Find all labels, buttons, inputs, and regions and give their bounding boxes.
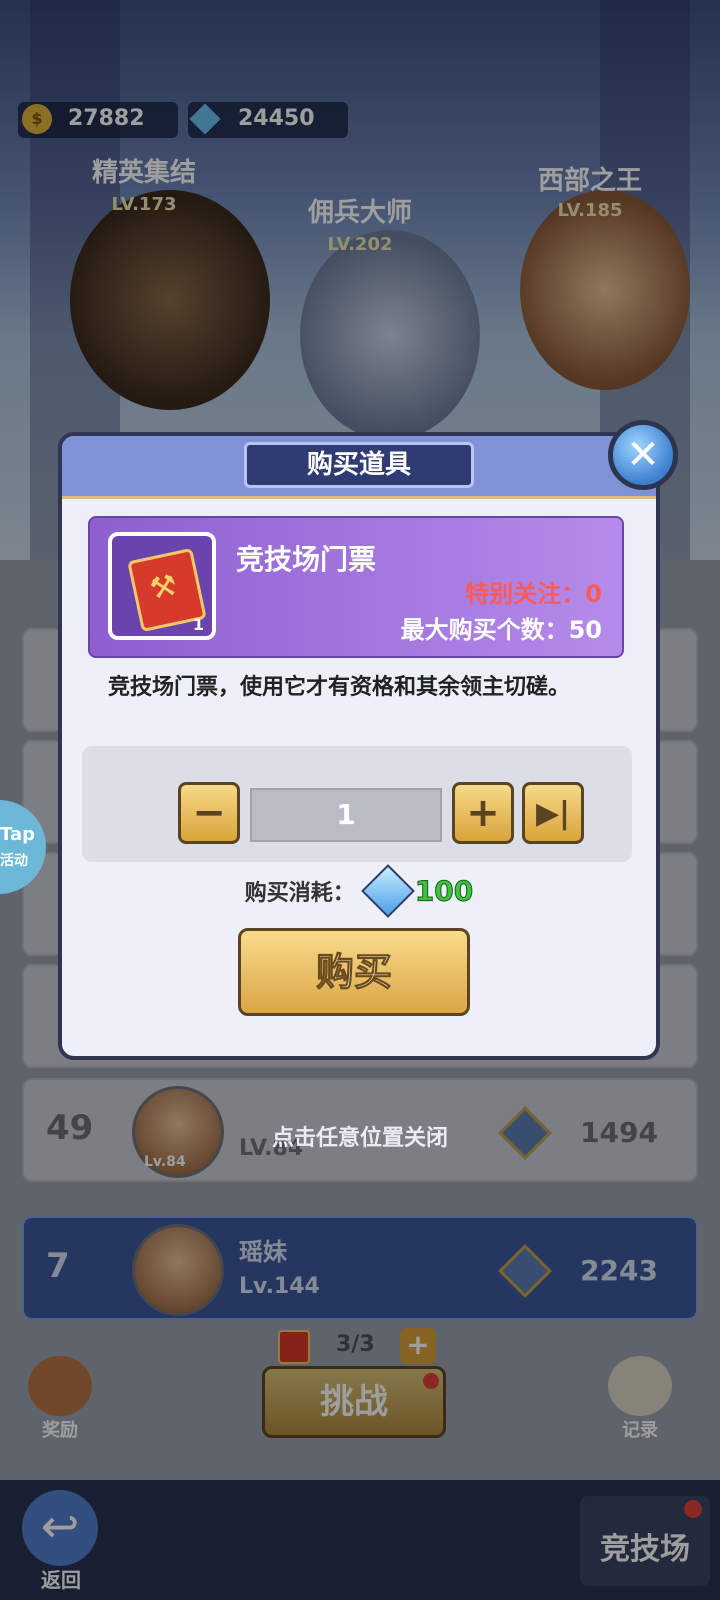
buy-label: 购买 xyxy=(315,950,392,995)
quantity-input[interactable]: 1 xyxy=(250,788,442,842)
decrease-button[interactable]: − xyxy=(178,782,240,844)
side-tab-label-2: 活动 xyxy=(0,853,28,869)
close-icon: ✕ xyxy=(626,432,660,478)
diamond-icon xyxy=(360,864,415,918)
max-purchase: 最大购买个数：50 xyxy=(400,616,602,644)
increase-button[interactable]: + xyxy=(452,782,514,844)
close-hint: 点击任意位置关闭 xyxy=(271,1126,448,1151)
side-tab-label-1: Tap xyxy=(0,824,35,845)
plus-icon: + xyxy=(466,790,500,836)
dialog-title-box: 购买道具 xyxy=(244,442,474,488)
cost-row: 购买消耗： 100 xyxy=(62,864,656,918)
item-name: 竞技场门票 xyxy=(236,543,377,576)
special-attention: 特别关注：0 xyxy=(465,580,602,608)
max-quantity-button[interactable]: ▶| xyxy=(522,782,584,844)
dialog-title: 购买道具 xyxy=(306,450,411,480)
cost-value: 100 xyxy=(414,874,474,908)
item-quantity: 1 xyxy=(192,615,204,634)
skip-to-end-icon: ▶| xyxy=(535,795,571,831)
cost-label: 购买消耗： xyxy=(244,881,355,906)
minus-icon: − xyxy=(192,790,226,836)
close-button[interactable]: ✕ xyxy=(608,420,678,490)
item-card: ⚒ 1 竞技场门票 特别关注：0 最大购买个数：50 xyxy=(88,516,624,658)
buy-item-dialog: 购买道具 ✕ ⚒ 1 竞技场门票 特别关注：0 最大购买个数：50 竞技场门票，… xyxy=(58,420,678,1060)
dialog-header: 购买道具 xyxy=(62,436,656,499)
item-description: 竞技场门票，使用它才有资格和其余领主切磋。 xyxy=(108,675,571,700)
arena-ticket-icon: ⚒ 1 xyxy=(108,532,216,640)
buy-button[interactable]: 购买 xyxy=(238,928,470,1016)
